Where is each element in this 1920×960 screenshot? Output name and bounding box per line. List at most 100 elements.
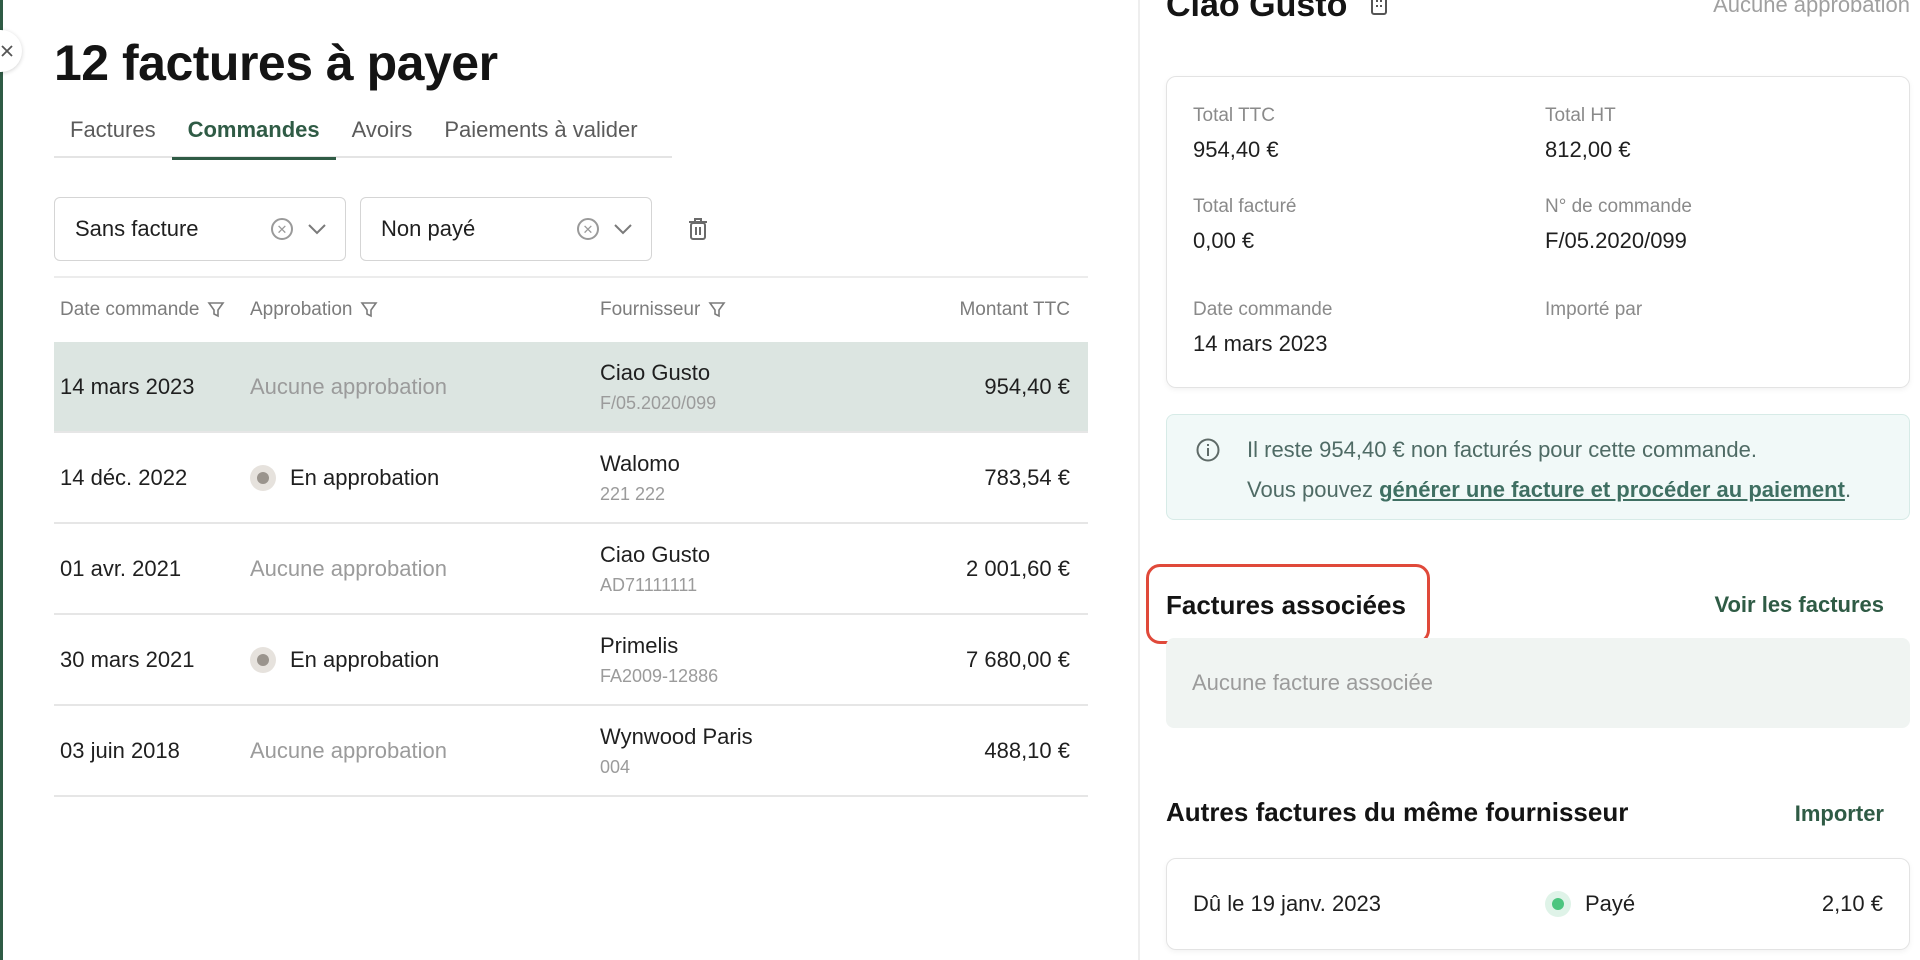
approval-label: En approbation: [290, 646, 440, 672]
close-icon: [1, 45, 13, 57]
approval-label: En approbation: [290, 464, 440, 490]
table-row[interactable]: 01 avr. 2021 Aucune approbation Ciao Gus…: [54, 524, 1088, 615]
payment-filter-value: Non payé: [381, 216, 476, 241]
billed-value: 0,00 €: [1193, 228, 1255, 253]
clear-circle-icon[interactable]: ✕: [271, 218, 293, 240]
billed-label: Total facturé: [1193, 196, 1297, 217]
supplier-name: Ciao Gusto: [600, 542, 711, 567]
page-title: 12 factures à payer: [54, 35, 498, 91]
filter-bar: Sans facture ✕ Non payé ✕: [54, 197, 714, 261]
info-icon: [1195, 437, 1221, 468]
total-ttc-field: Total TTC 954,40 €: [1193, 105, 1279, 163]
paid-status-icon: [1545, 891, 1571, 917]
chevron-down-icon[interactable]: [613, 223, 633, 235]
pending-status-icon: [250, 464, 276, 491]
imported-by-field: Importé par: [1545, 299, 1642, 331]
header-approval[interactable]: Approbation: [250, 299, 600, 321]
row-amount: 2 001,60 €: [966, 555, 1070, 581]
tab-commandes[interactable]: Commandes: [171, 112, 336, 160]
other-invoice-row[interactable]: Dû le 19 janv. 2023 Payé 2,10 €: [1166, 858, 1910, 950]
orders-table: Date commande Approbation Fournisseur Mo…: [54, 276, 1088, 797]
header-approval-label: Approbation: [250, 299, 353, 320]
pending-status-icon: [250, 646, 276, 673]
invoice-filter-value: Sans facture: [75, 216, 199, 241]
tab-bar: Factures Commandes Avoirs Paiements à va…: [54, 112, 672, 160]
order-ref: 004: [600, 757, 631, 777]
header-date[interactable]: Date commande: [54, 299, 250, 321]
row-date: 14 déc. 2022: [60, 464, 188, 490]
order-detail-panel: Ciao Gusto Aucune approbation Total TTC …: [1146, 0, 1910, 960]
row-approval: En approbation: [250, 646, 600, 673]
order-ref: 221 222: [600, 484, 666, 504]
row-date: 30 mars 2021: [60, 646, 195, 672]
row-date: 03 juin 2018: [60, 737, 180, 763]
row-supplier: Ciao Gusto F/05.2020/099: [600, 359, 900, 414]
associated-invoices-title: Factures associées: [1166, 590, 1406, 620]
trash-icon[interactable]: [682, 213, 714, 245]
order-date-value: 14 mars 2023: [1193, 331, 1328, 356]
row-approval: En approbation: [250, 464, 600, 491]
order-number-label: N° de commande: [1545, 196, 1692, 217]
table-row[interactable]: 14 mars 2023 Aucune approbation Ciao Gus…: [54, 342, 1088, 433]
table-row[interactable]: 14 déc. 2022 En approbation Walomo 221 2…: [54, 433, 1088, 524]
row-approval: Aucune approbation: [250, 555, 447, 581]
order-summary-card: Total TTC 954,40 € Total HT 812,00 € Tot…: [1166, 76, 1910, 388]
invoice-filter-select[interactable]: Sans facture ✕: [54, 197, 346, 261]
payment-filter-select[interactable]: Non payé ✕: [360, 197, 652, 261]
header-supplier[interactable]: Fournisseur: [600, 299, 900, 321]
order-ref: FA2009-12886: [600, 666, 719, 686]
detail-approval-status: Aucune approbation: [1713, 0, 1910, 17]
filter-icon[interactable]: [360, 301, 379, 319]
info-line-2-prefix: Vous pouvez: [1247, 477, 1380, 502]
detail-supplier-name: Ciao Gusto: [1166, 0, 1348, 24]
order-date-label: Date commande: [1193, 299, 1333, 320]
supplier-name: Wynwood Paris: [600, 724, 753, 749]
table-row[interactable]: 30 mars 2021 En approbation Primelis FA2…: [54, 615, 1088, 706]
tab-paiements-a-valider[interactable]: Paiements à valider: [428, 112, 653, 158]
header-date-label: Date commande: [60, 299, 200, 320]
orders-panel: 12 factures à payer Factures Commandes A…: [54, 0, 1088, 960]
generate-invoice-link[interactable]: générer une facture et procéder au paiem…: [1379, 477, 1845, 502]
header-supplier-label: Fournisseur: [600, 299, 701, 320]
info-line-2-suffix: .: [1844, 477, 1852, 502]
unbilled-info-banner: Il reste 954,40 € non facturés pour cett…: [1166, 414, 1910, 520]
import-link[interactable]: Importer: [1795, 801, 1884, 827]
total-ht-field: Total HT 812,00 €: [1545, 105, 1631, 163]
chevron-down-icon[interactable]: [307, 223, 327, 235]
row-supplier: Ciao Gusto AD71111111: [600, 541, 900, 596]
order-number-field: N° de commande F/05.2020/099: [1545, 196, 1692, 254]
info-line-1: Il reste 954,40 € non facturés pour cett…: [1247, 437, 1757, 462]
filter-icon[interactable]: [207, 301, 225, 319]
tab-avoirs[interactable]: Avoirs: [336, 112, 429, 158]
left-edge-bar: [0, 0, 3, 960]
table-header: Date commande Approbation Fournisseur Mo…: [54, 276, 1088, 342]
other-invoices-title: Autres factures du même fournisseur: [1166, 797, 1629, 827]
imported-by-label: Importé par: [1545, 299, 1643, 320]
row-amount: 954,40 €: [984, 373, 1070, 399]
row-approval: Aucune approbation: [250, 373, 447, 399]
table-row[interactable]: 03 juin 2018 Aucune approbation Wynwood …: [54, 706, 1088, 797]
supplier-name: Ciao Gusto: [600, 360, 711, 385]
tab-factures[interactable]: Factures: [54, 112, 172, 158]
building-icon[interactable]: [1369, 0, 1389, 25]
invoice-status-label: Payé: [1585, 891, 1636, 916]
detail-title: Ciao Gusto: [1166, 0, 1389, 25]
row-amount: 488,10 €: [984, 737, 1070, 763]
row-date: 14 mars 2023: [60, 373, 195, 399]
collapse-sidebar-button[interactable]: [0, 30, 22, 72]
filter-icon[interactable]: [708, 301, 726, 319]
header-amount[interactable]: Montant TTC: [900, 299, 1088, 321]
clear-circle-icon[interactable]: ✕: [577, 218, 599, 240]
total-ht-value: 812,00 €: [1545, 137, 1631, 162]
row-date: 01 avr. 2021: [60, 555, 182, 581]
view-invoices-link[interactable]: Voir les factures: [1714, 592, 1884, 618]
order-ref: F/05.2020/099: [600, 393, 717, 413]
order-date-field: Date commande 14 mars 2023: [1193, 299, 1332, 357]
panel-divider: [1138, 0, 1140, 960]
row-amount: 783,54 €: [984, 464, 1070, 490]
row-approval: Aucune approbation: [250, 737, 447, 763]
row-supplier: Primelis FA2009-12886: [600, 632, 900, 687]
total-ttc-value: 954,40 €: [1193, 137, 1279, 162]
row-amount: 7 680,00 €: [966, 646, 1070, 672]
total-ttc-label: Total TTC: [1193, 105, 1276, 126]
